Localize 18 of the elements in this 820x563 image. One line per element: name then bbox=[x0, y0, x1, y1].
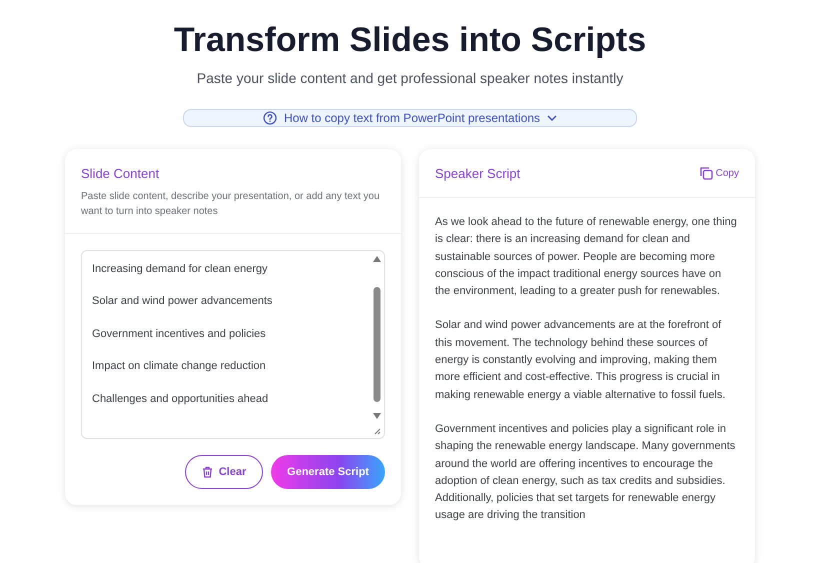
chevron-icon bbox=[547, 115, 558, 121]
page-subtitle: Paste your slide content and get professional speaker notes instantly bbox=[196, 70, 624, 86]
clear-button[interactable]: Clear bbox=[185, 455, 263, 489]
copy-button[interactable]: Copy bbox=[700, 167, 739, 180]
resize-handle[interactable] bbox=[373, 427, 381, 435]
page-title: Transform Slides into Scripts bbox=[174, 20, 646, 60]
panel-title: Slide Content bbox=[81, 166, 160, 181]
script-paragraph: Government incentives and policies play a significant role in shaping the renewable energy landscape. Many governments around the world are offering incentives to encourage the adoption of clean energy, such as tax credits and subsidies. Additionally, policies that set targets for renewable energy usage are driving the transition bbox=[435, 422, 736, 524]
copy-icon bbox=[700, 167, 713, 180]
help-toggle[interactable]: How to copy text from PowerPoint presentations bbox=[183, 109, 637, 127]
generate-button[interactable]: Generate Script bbox=[271, 455, 385, 489]
help-icon bbox=[262, 111, 277, 125]
panel-description: Paste slide content, describe your presentation, or add any text you want to turn into speaker notes bbox=[81, 190, 381, 219]
text-area[interactable]: Increasing demand for clean energy Solar and wind power advancements Government incentives and policies Impact on climate change reduction Challenges and opportunities ahead bbox=[81, 250, 385, 439]
script-paragraph: Solar and wind power advancements are at the forefront of this movement. The technology behind these sources of energy is constantly evolving and improving, making them more efficient and cost-effective. This progress is crucial in making renewable energy a viable alternative to fossil fuels. bbox=[435, 318, 726, 403]
script-paragraph: As we look ahead to the future of renewable energy, one thing is clear: there is an increasing demand for clean and sustainable sources of power. People are becoming more conscious of the impact traditional energy sources have on the environment, leading to a greater push for renewables. bbox=[435, 215, 738, 300]
trash-icon bbox=[202, 466, 213, 478]
panel-title: Speaker Script bbox=[435, 166, 520, 181]
